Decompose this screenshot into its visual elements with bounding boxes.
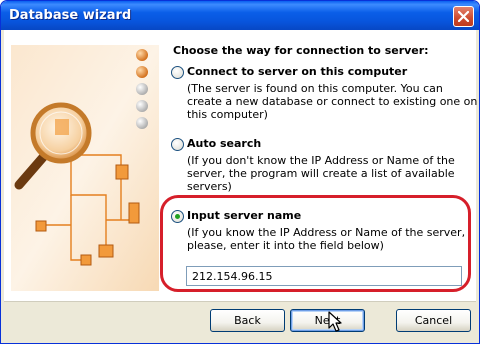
wizard-window: Database wizard Choose the way for conne… [0,0,480,344]
section-title: Choose the way for connection to server: [173,44,429,57]
option-description: (The server is found on this computer. Y… [187,82,478,121]
title-bar[interactable]: Database wizard [1,1,479,30]
mouse-cursor-icon [328,311,342,332]
radio-this-computer[interactable] [171,66,184,79]
highlight-outline [160,195,471,292]
close-button[interactable] [453,6,474,27]
back-button[interactable]: Back [210,309,285,332]
cancel-button[interactable]: Cancel [396,309,471,332]
close-icon [458,11,469,22]
radio-auto-search[interactable] [171,138,184,151]
option-description: (If you don't know the IP Address or Nam… [187,154,455,193]
window-title: Database wizard [9,8,132,23]
wizard-illustration [11,45,159,291]
option-label[interactable]: Connect to server on this computer [187,65,407,78]
option-label[interactable]: Auto search [187,137,261,150]
